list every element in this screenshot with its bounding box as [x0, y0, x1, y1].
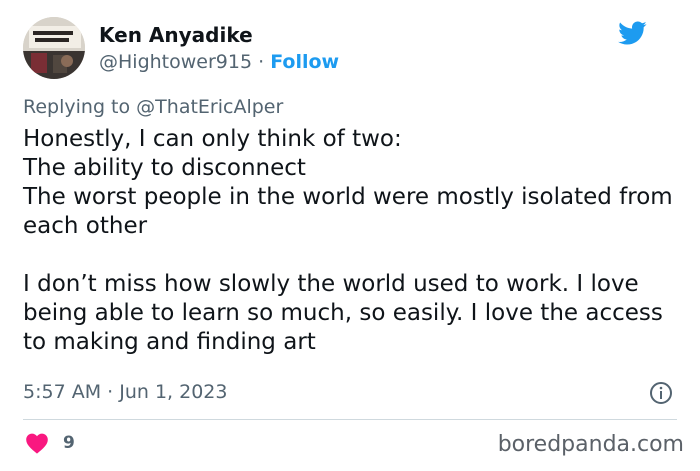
tweet-paragraph: I don’t miss how slowly the world used t…	[23, 271, 663, 355]
author-handle[interactable]: @Hightower915	[99, 51, 252, 73]
tweet-card: Ken Anyadike @Hightower915 · Follow Repl…	[0, 0, 700, 471]
meta-separator: ·	[258, 51, 265, 73]
divider	[23, 419, 677, 420]
avatar-image	[23, 17, 85, 79]
avatar[interactable]	[23, 17, 85, 79]
follow-button[interactable]: Follow	[270, 51, 339, 73]
reply-prefix: Replying to	[23, 96, 131, 118]
tweet-line: The ability to disconnect	[23, 155, 306, 181]
like-count: 9	[63, 433, 75, 453]
author-name[interactable]: Ken Anyadike	[99, 22, 253, 48]
author-meta: @Hightower915 · Follow	[99, 49, 339, 75]
reply-handle-link[interactable]: @ThatEricAlper	[136, 96, 283, 118]
tweet-timestamp[interactable]: 5:57 AM · Jun 1, 2023	[23, 379, 227, 405]
twitter-bird-icon[interactable]	[615, 18, 649, 48]
info-icon[interactable]	[649, 381, 673, 405]
watermark: boredpanda.com	[497, 432, 684, 457]
tweet-line: Honestly, I can only think of two:	[23, 126, 402, 152]
heart-icon	[26, 433, 48, 454]
tweet-line: The worst people in the world were mostl…	[23, 184, 673, 239]
reply-context: Replying to @ThatEricAlper	[23, 94, 283, 120]
tweet-text: Honestly, I can only think of two: The a…	[23, 125, 683, 357]
